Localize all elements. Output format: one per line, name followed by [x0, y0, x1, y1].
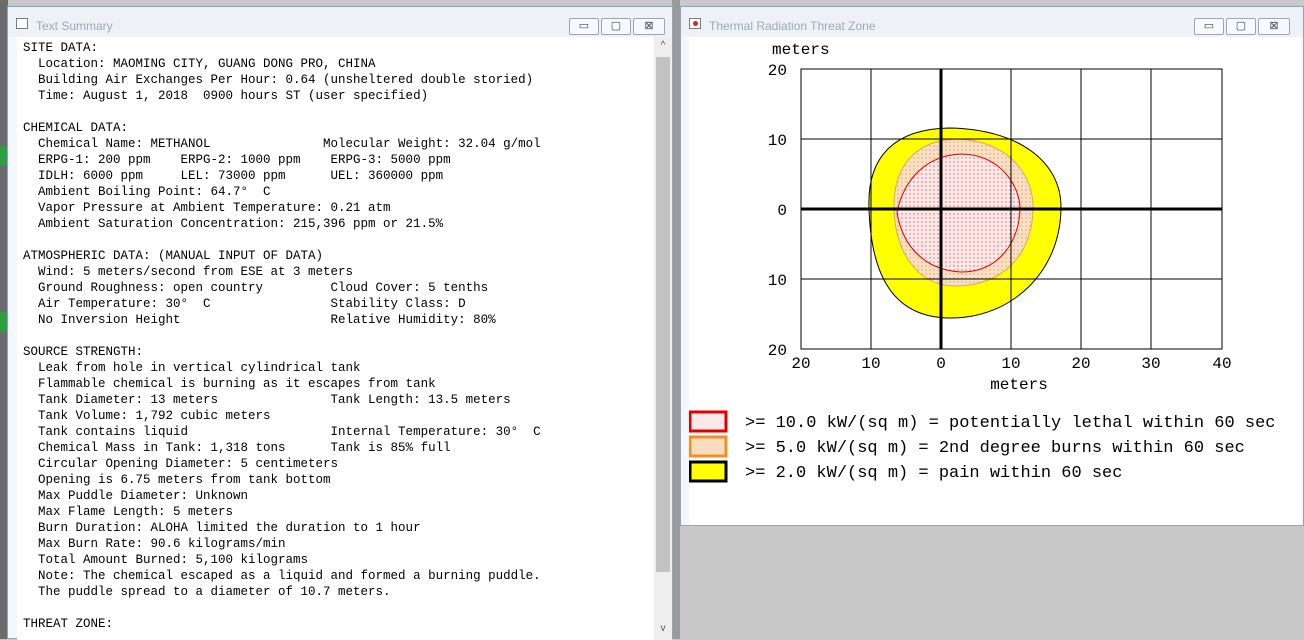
summary-line: Ambient Boiling Point: 64.7° C	[38, 185, 271, 199]
summary-line: SITE DATA:	[23, 41, 99, 55]
summary-line: Note: The chemical escaped as a liquid a…	[38, 569, 541, 583]
title-bar[interactable]: Text Summary ▭ ▢ ⊠	[8, 7, 672, 37]
legend: >= 10.0 kW/(sq m) = potentially lethal w…	[689, 410, 1276, 483]
window-title: Text Summary	[36, 19, 113, 33]
minimize-button[interactable]: ▭	[569, 18, 599, 35]
summary-line: Tank contains liquid Internal Temperatur…	[38, 425, 541, 439]
legend-swatch	[689, 460, 728, 483]
summary-line: Total Amount Burned: 5,100 kilograms	[38, 553, 309, 567]
text-summary-window: Text Summary ▭ ▢ ⊠ SITE DATA: Location: …	[7, 6, 673, 640]
app-icon	[16, 18, 28, 29]
x-tick-label: 40	[1212, 355, 1231, 373]
y-tick-label: 0	[777, 202, 787, 220]
app-icon	[689, 18, 701, 29]
y-tick-label: 10	[768, 132, 787, 150]
summary-line: Max Burn Rate: 90.6 kilograms/min	[38, 537, 286, 551]
legend-swatch	[689, 410, 728, 433]
summary-text: SITE DATA: Location: MAOMING CITY, GUANG…	[17, 37, 654, 632]
scroll-up-arrow[interactable]: ^	[654, 37, 672, 55]
summary-line: Chemical Mass in Tank: 1,318 tons Tank i…	[38, 441, 451, 455]
legend-label: >= 10.0 kW/(sq m) = potentially lethal w…	[745, 414, 1276, 433]
x-unit-label: meters	[990, 376, 1048, 394]
summary-line: Location: MAOMING CITY, GUANG DONG PRO, …	[38, 57, 376, 71]
threat-zone-plot: meters 20 10 0 10 20 20 10 0 10 20 30 40 meters >=…	[689, 41, 1276, 483]
summary-line: Burn Duration: ALOHA limited the duratio…	[38, 521, 421, 535]
threat-zone-plot-pane: meters 20 10 0 10 20 20 10 0 10 20 30 40 meters >=…	[689, 37, 1301, 525]
x-tick-label: 10	[861, 355, 880, 373]
y-tick-label: 10	[768, 272, 787, 290]
window-title: Thermal Radiation Threat Zone	[709, 19, 876, 33]
legend-label: >= 5.0 kW/(sq m) = 2nd degree burns with…	[745, 439, 1245, 458]
summary-line: Time: August 1, 2018 0900 hours ST (user…	[38, 89, 429, 103]
x-tick-label: 10	[1001, 355, 1020, 373]
threat-zone-window: Thermal Radiation Threat Zone ▭ ▢ ⊠ mete…	[680, 6, 1304, 526]
vertical-scrollbar[interactable]: ^ v	[654, 37, 672, 640]
summary-line: Tank Diameter: 13 meters Tank Length: 13…	[38, 393, 511, 407]
summary-line: Ambient Saturation Concentration: 215,39…	[38, 217, 444, 231]
window-gap	[672, 0, 680, 639]
summary-line: Flammable chemical is burning as it esca…	[38, 377, 436, 391]
summary-line: THREAT ZONE:	[23, 617, 114, 631]
summary-line: Tank Volume: 1,792 cubic meters	[38, 409, 271, 423]
summary-line: Max Flame Length: 5 meters	[38, 505, 234, 519]
summary-line: ERPG-1: 200 ppm ERPG-2: 1000 ppm ERPG-3:…	[38, 153, 451, 167]
summary-line: Leak from hole in vertical cylindrical t…	[38, 361, 361, 375]
maximize-button[interactable]: ▢	[1226, 18, 1256, 35]
summary-line: Air Temperature: 30° C Stability Class: …	[38, 297, 466, 311]
minimize-button[interactable]: ▭	[1194, 18, 1224, 35]
summary-line: The puddle spread to a diameter of 10.7 …	[38, 585, 391, 599]
legend-label: >= 2.0 kW/(sq m) = pain within 60 sec	[745, 464, 1122, 483]
summary-line: Vapor Pressure at Ambient Temperature: 0…	[38, 201, 391, 215]
summary-line: SOURCE STRENGTH:	[23, 345, 144, 359]
close-button[interactable]: ⊠	[633, 18, 665, 35]
summary-line: Ground Roughness: open country Cloud Cov…	[38, 281, 489, 295]
summary-line: No Inversion Height Relative Humidity: 8…	[38, 313, 496, 327]
summary-text-pane[interactable]: SITE DATA: Location: MAOMING CITY, GUANG…	[17, 37, 654, 640]
legend-swatch	[689, 435, 728, 458]
scroll-thumb[interactable]	[656, 57, 670, 572]
y-tick-labels: 20 10 0 10 20	[768, 62, 787, 360]
summary-line: ATMOSPHERIC DATA: (MANUAL INPUT OF DATA)	[23, 249, 324, 263]
x-tick-label: 20	[791, 355, 810, 373]
plot-grid	[800, 68, 1223, 350]
x-tick-label: 30	[1141, 355, 1160, 373]
y-tick-label: 20	[768, 342, 787, 360]
summary-line: IDLH: 6000 ppm LEL: 73000 ppm UEL: 36000…	[38, 169, 444, 183]
summary-line: Chemical Name: METHANOL Molecular Weight…	[38, 137, 541, 151]
x-tick-label: 20	[1071, 355, 1090, 373]
summary-line: CHEMICAL DATA:	[23, 121, 129, 135]
summary-line: Circular Opening Diameter: 5 centimeters	[38, 457, 339, 471]
summary-line: Max Puddle Diameter: Unknown	[38, 489, 249, 503]
title-bar[interactable]: Thermal Radiation Threat Zone ▭ ▢ ⊠	[681, 7, 1303, 37]
summary-line: Opening is 6.75 meters from tank bottom	[38, 473, 331, 487]
y-tick-label: 20	[768, 62, 787, 80]
x-tick-label: 0	[936, 355, 946, 373]
close-button[interactable]: ⊠	[1258, 18, 1290, 35]
summary-line: Building Air Exchanges Per Hour: 0.64 (u…	[38, 73, 534, 87]
summary-line: Wind: 5 meters/second from ESE at 3 mete…	[38, 265, 354, 279]
maximize-button[interactable]: ▢	[601, 18, 631, 35]
x-tick-labels: 20 10 0 10 20 30 40	[791, 355, 1231, 373]
y-unit-label: meters	[772, 41, 830, 59]
scroll-down-arrow[interactable]: v	[654, 620, 672, 638]
